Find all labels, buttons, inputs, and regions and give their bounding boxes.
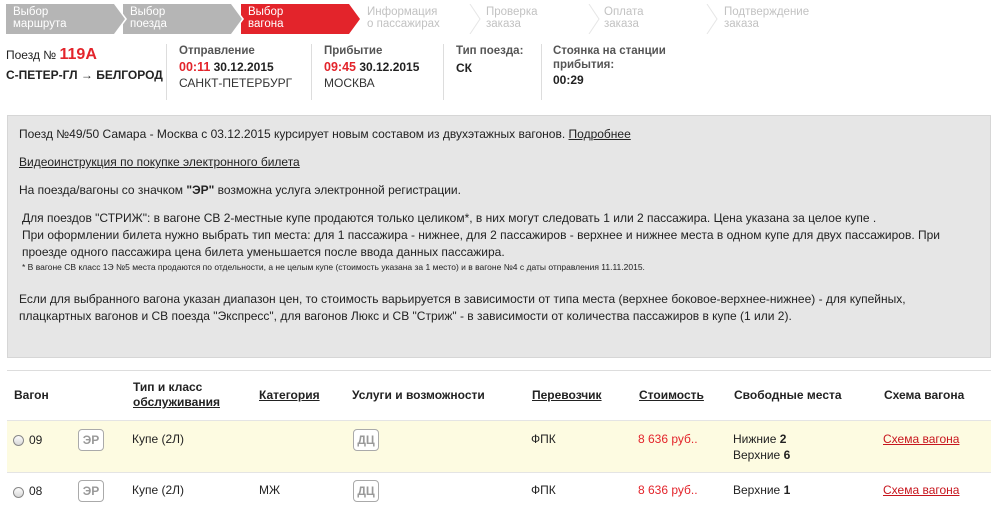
wagon-scheme-link[interactable]: Схема вагона <box>883 482 959 498</box>
e-registration-badge: ЭР <box>78 480 104 502</box>
stop-info: Стоянка на станции прибытия: 00:29 <box>553 45 666 87</box>
departure-time: 00:11 <box>179 60 211 74</box>
free-seats: Нижние 2 Верхние 6 <box>733 431 790 463</box>
wagon-scheme-link[interactable]: Схема вагона <box>883 431 959 447</box>
step-label: Выбор <box>130 6 166 18</box>
notice-text: плацкартных вагонов и СВ поезда "Экспрес… <box>19 309 792 323</box>
step-label: поезда <box>130 18 167 30</box>
step-label: Оплата <box>604 6 644 18</box>
divider <box>443 44 444 100</box>
departure-city: САНКТ-ПЕТЕРБУРГ <box>179 76 293 90</box>
header-class-line: Тип и класс <box>133 380 203 394</box>
arrival-info: Прибытие 09:45 30.12.2015 МОСКВА <box>324 45 419 90</box>
notice-text: "ЭР" <box>186 183 215 197</box>
seats-count: 1 <box>783 483 791 497</box>
header-category[interactable]: Категория <box>259 388 320 403</box>
train-number-prefix: Поезд № <box>6 48 57 62</box>
wagon-number: 08 <box>29 484 43 498</box>
train-type-label: Тип поезда: <box>456 45 524 57</box>
price: 8 636 руб.. <box>638 432 698 446</box>
train-type-info: Тип поезда: СК <box>456 45 523 75</box>
train-summary: Поезд № 119А С-ПЕТЕР-ГЛ → БЕЛГОРОД <box>6 46 163 82</box>
table-row[interactable]: 08 ЭР Купе (2Л) МЖ ДЦ ФПК 8 636 руб.. Ве… <box>7 472 991 522</box>
arrival-city: МОСКВА <box>324 76 375 90</box>
step-label: маршрута <box>13 18 67 30</box>
train-type-value: СК <box>456 61 472 75</box>
train-number: 119А <box>59 46 97 63</box>
wagon-radio[interactable] <box>13 487 24 498</box>
service-dc-badge: ДЦ <box>353 429 379 451</box>
notice-text: Поезд №49/50 Самара - Москва с 03.12.201… <box>19 127 569 141</box>
step-review: Проверка заказа <box>479 4 600 34</box>
wagon-category: МЖ <box>259 483 281 497</box>
step-label: заказа <box>604 18 639 30</box>
arrival-time: 09:45 <box>324 60 356 74</box>
step-label: о пассажирах <box>367 18 440 30</box>
notice-box: Поезд №49/50 Самара - Москва с 03.12.201… <box>7 115 991 358</box>
wagon-number: 09 <box>29 433 43 447</box>
step-train[interactable]: Выбор поезда <box>123 3 244 35</box>
price: 8 636 руб.. <box>638 483 698 497</box>
header-free-seats: Свободные места <box>734 388 842 402</box>
arrival-label: Прибытие <box>324 45 383 57</box>
notice-text: Для поездов "СТРИЖ": в вагоне СВ 2-местн… <box>22 211 877 225</box>
header-class-line: обслуживания <box>133 395 220 409</box>
notice-text: При оформлении билета нужно выбрать тип … <box>22 228 941 242</box>
departure-label: Отправление <box>179 45 255 57</box>
notice-text: возможна услуга электронной регистрации. <box>214 183 461 197</box>
step-label: заказа <box>724 18 759 30</box>
step-passengers: Информация о пассажирах <box>360 4 481 34</box>
stop-label: Стоянка на станции <box>553 45 666 57</box>
header-wagon: Вагон <box>14 388 49 402</box>
service-dc-badge: ДЦ <box>353 480 379 502</box>
seats-label: Верхние <box>733 448 784 462</box>
departure-info: Отправление 00:11 30.12.2015 САНКТ-ПЕТЕР… <box>179 45 292 90</box>
seats-count: 2 <box>779 432 787 446</box>
carrier: ФПК <box>531 432 556 446</box>
header-scheme: Схема вагона <box>884 388 965 402</box>
seats-label: Верхние <box>733 483 784 497</box>
table-top-border <box>7 370 991 371</box>
stop-value: 00:29 <box>553 73 584 87</box>
free-seats: Верхние 1 <box>733 482 790 498</box>
departure-date: 30.12.2015 <box>213 60 274 74</box>
step-route[interactable]: Выбор маршрута <box>6 3 127 35</box>
step-label: Информация <box>367 6 438 18</box>
carrier: ФПК <box>531 483 556 497</box>
header-class[interactable]: Тип и класс обслуживания <box>133 380 220 410</box>
wagon-radio[interactable] <box>13 435 24 446</box>
notice-footnote: * В вагоне СВ класс 1Э №5 места продаютс… <box>22 262 645 272</box>
step-label: Выбор <box>248 6 284 18</box>
more-link[interactable]: Подробнее <box>569 127 631 141</box>
progress-steps: Выбор маршрута Выбор поезда Выбор вагона… <box>6 3 856 35</box>
table-row[interactable]: 09 ЭР Купе (2Л) ДЦ ФПК 8 636 руб.. Нижни… <box>7 420 991 472</box>
step-label: Выбор <box>13 6 49 18</box>
seats-label: Нижние <box>733 432 780 446</box>
notice-text: На поезда/вагоны со значком <box>19 183 187 197</box>
header-carrier[interactable]: Перевозчик <box>532 388 602 403</box>
step-payment: Оплата заказа <box>597 4 718 34</box>
step-label: Проверка <box>486 6 538 18</box>
video-instruction-link[interactable]: Видеоинструкция по покупке электронного … <box>19 155 300 169</box>
notice-text: Если для выбранного вагона указан диапаз… <box>19 292 906 306</box>
header-cost[interactable]: Стоимость <box>639 388 704 403</box>
step-label: Подтверждение <box>724 6 810 18</box>
wagon-class: Купе (2Л) <box>132 432 185 446</box>
wagon-class: Купе (2Л) <box>132 483 185 497</box>
divider <box>541 44 542 100</box>
notice-text: проезде одного пассажира цена билета уме… <box>22 245 505 259</box>
e-registration-badge: ЭР <box>78 429 104 451</box>
step-wagon: Выбор вагона <box>241 3 362 35</box>
train-route: С-ПЕТЕР-ГЛ → БЕЛГОРОД <box>6 68 163 82</box>
seats-count: 6 <box>783 448 791 462</box>
divider <box>311 44 312 100</box>
step-label: заказа <box>486 18 521 30</box>
arrival-date: 30.12.2015 <box>359 60 420 74</box>
header-services: Услуги и возможности <box>352 388 485 402</box>
step-confirmation: Подтверждение заказа <box>717 4 847 34</box>
stop-label: прибытия: <box>553 59 615 71</box>
step-label: вагона <box>248 18 284 30</box>
divider <box>166 44 167 100</box>
